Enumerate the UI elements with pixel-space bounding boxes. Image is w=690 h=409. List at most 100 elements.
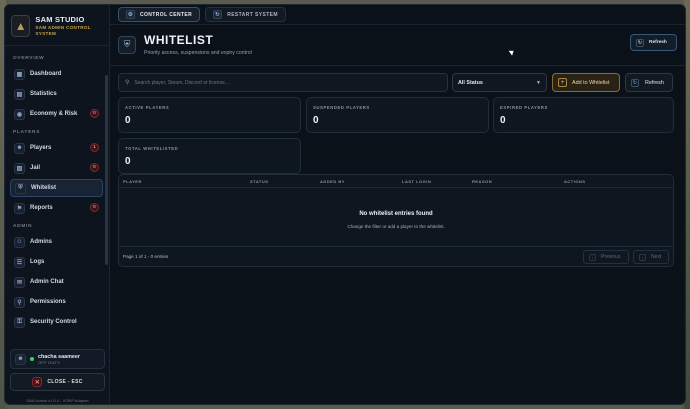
sidebar-item-admin-chat[interactable]: ✉ Admin Chat bbox=[10, 273, 103, 291]
sidebar-item-economy-risk[interactable]: ◉ Economy & Risk 0 bbox=[10, 105, 103, 123]
flag-icon: ⚑ bbox=[14, 202, 25, 214]
plus-icon: + bbox=[558, 78, 567, 87]
admin-window: ▲ SAM STUDIO SAM ADMIN CONTROL SYSTEM OV… bbox=[4, 4, 686, 405]
refresh-label: Refresh bbox=[645, 79, 664, 86]
arrow-left-icon: ‹ bbox=[589, 253, 596, 261]
control-center-icon: ⚙ bbox=[126, 10, 135, 19]
shield-icon: ⛨ bbox=[118, 35, 136, 54]
status-select[interactable]: All Status ▼ bbox=[452, 73, 547, 92]
chart-icon: ▤ bbox=[14, 88, 25, 100]
coin-icon: ◉ bbox=[14, 108, 25, 120]
status-select-value: All Status bbox=[458, 79, 483, 86]
logs-icon: ☰ bbox=[14, 256, 25, 268]
add-label: Add to Whitelist bbox=[572, 79, 610, 86]
restart-icon: ↻ bbox=[213, 10, 223, 19]
tab-restart-system[interactable]: ↻ RESTART SYSTEM bbox=[205, 7, 286, 22]
stat-value: 0 bbox=[125, 156, 131, 167]
previous-label: Previous bbox=[601, 254, 621, 260]
user-name: chacha saameer bbox=[38, 353, 80, 360]
brand-subtitle: SAM ADMIN CONTROL SYSTEM bbox=[35, 25, 91, 36]
close-label: CLOSE - ESC bbox=[47, 379, 83, 385]
sidebar-scrollbar[interactable] bbox=[105, 75, 108, 265]
sidebar-item-dashboard[interactable]: ▦ Dashboard bbox=[10, 65, 103, 83]
filter-bar: ⚲ All Status ▼ + Add to Whitelist ↻ Refr… bbox=[118, 73, 677, 92]
refresh-button[interactable]: ↻ Refresh bbox=[625, 73, 673, 92]
sidebar: ▲ SAM STUDIO SAM ADMIN CONTROL SYSTEM OV… bbox=[5, 5, 110, 404]
sidebar-item-label: Dashboard bbox=[30, 71, 62, 77]
sidebar-item-label: Whitelist bbox=[31, 185, 56, 191]
column-header-player: PLAYER bbox=[123, 179, 142, 184]
stat-card-total: TOTAL WHITELISTED 0 bbox=[118, 138, 301, 174]
next-label: Next bbox=[651, 254, 662, 260]
chat-icon: ✉ bbox=[14, 276, 25, 288]
column-header-added-by: ADDED BY bbox=[320, 179, 345, 184]
page-header: ⛨ WHITELIST Priority access, suspensions… bbox=[118, 33, 252, 56]
count-badge: 0 bbox=[90, 203, 99, 212]
tab-label: CONTROL CENTER bbox=[140, 11, 193, 18]
sidebar-item-logs[interactable]: ☰ Logs bbox=[10, 253, 103, 271]
close-icon: ✕ bbox=[32, 377, 43, 387]
page-subtitle: Priority access, suspensions and expiry … bbox=[144, 50, 252, 56]
refresh-icon: ↻ bbox=[636, 38, 644, 47]
key-icon: ⚲ bbox=[14, 296, 25, 308]
sidebar-item-reports[interactable]: ⚑ Reports 0 bbox=[10, 199, 103, 217]
top-tab-bar: ⚙ CONTROL CENTER ↻ RESTART SYSTEM bbox=[110, 5, 685, 25]
stat-card-active: ACTIVE PLAYERS 0 bbox=[118, 97, 301, 133]
search-input[interactable] bbox=[134, 79, 435, 86]
stat-label: TOTAL WHITELISTED bbox=[125, 146, 179, 151]
search-box[interactable]: ⚲ bbox=[118, 73, 448, 92]
jail-icon: ▧ bbox=[14, 162, 25, 174]
grid-icon: ▦ bbox=[14, 68, 25, 80]
sidebar-item-permissions[interactable]: ⚲ Permissions bbox=[10, 293, 103, 311]
tab-label: RESTART SYSTEM bbox=[227, 11, 278, 18]
shield-icon: ⛨ bbox=[15, 182, 26, 194]
refresh-label: Refresh bbox=[649, 40, 667, 45]
arrow-right-icon: › bbox=[639, 253, 646, 261]
header-refresh-button[interactable]: ↻ Refresh bbox=[630, 34, 677, 51]
column-header-reason: REASON bbox=[472, 179, 493, 184]
sidebar-item-label: Players bbox=[30, 145, 52, 151]
sidebar-item-label: Logs bbox=[30, 259, 45, 265]
stat-label: ACTIVE PLAYERS bbox=[125, 105, 170, 110]
pagination-bar: Page 1 of 1 - 0 entries ‹ Previous › Nex… bbox=[119, 246, 673, 266]
page-title: WHITELIST bbox=[144, 33, 214, 47]
user-card[interactable]: ☻ chacha saameer OFF DUTY bbox=[10, 349, 105, 369]
sidebar-item-label: Jail bbox=[30, 165, 41, 171]
sidebar-item-security-control[interactable]: ⚿ Security Control bbox=[10, 313, 103, 331]
sidebar-item-whitelist[interactable]: ⛨ Whitelist bbox=[10, 179, 103, 197]
mouse-cursor bbox=[508, 48, 516, 56]
sidebar-item-label: Permissions bbox=[30, 299, 66, 305]
add-to-whitelist-button[interactable]: + Add to Whitelist bbox=[552, 73, 620, 92]
stat-value: 0 bbox=[125, 115, 131, 126]
stat-value: 0 bbox=[500, 115, 506, 126]
empty-state-title: No whitelist entries found bbox=[359, 211, 433, 217]
duty-status: OFF DUTY bbox=[38, 359, 61, 365]
stat-label: SUSPENDED PLAYERS bbox=[313, 105, 370, 110]
section-label-overview: OVERVIEW bbox=[13, 56, 45, 61]
table-header: PLAYER STATUS ADDED BY LAST LOGIN REASON… bbox=[119, 175, 673, 188]
brand-title: SAM STUDIO bbox=[35, 15, 85, 24]
next-page-button[interactable]: › Next bbox=[633, 250, 669, 264]
stat-label: EXPIRED PLAYERS bbox=[500, 105, 548, 110]
sidebar-item-label: Admins bbox=[30, 239, 53, 245]
refresh-icon: ↻ bbox=[631, 78, 639, 87]
lock-icon: ⚿ bbox=[14, 316, 25, 328]
divider bbox=[110, 65, 685, 66]
sidebar-item-admins[interactable]: ☺ Admins bbox=[10, 233, 103, 251]
sidebar-item-jail[interactable]: ▧ Jail 0 bbox=[10, 159, 103, 177]
tab-control-center[interactable]: ⚙ CONTROL CENTER bbox=[118, 7, 201, 22]
wolf-logo-icon: ▲ bbox=[11, 15, 31, 37]
section-label-admin: ADMIN bbox=[13, 224, 33, 229]
count-badge: 0 bbox=[90, 109, 99, 118]
chevron-down-icon: ▼ bbox=[536, 79, 541, 86]
sidebar-item-players[interactable]: ☻ Players 1 bbox=[10, 139, 103, 157]
previous-page-button[interactable]: ‹ Previous bbox=[583, 250, 629, 264]
close-button[interactable]: ✕ CLOSE - ESC bbox=[10, 373, 105, 391]
search-icon: ⚲ bbox=[125, 80, 130, 86]
main-content: ⚙ CONTROL CENTER ↻ RESTART SYSTEM ⛨ WHIT… bbox=[110, 5, 685, 404]
sidebar-item-label: Statistics bbox=[30, 91, 57, 97]
brand: ▲ SAM STUDIO SAM ADMIN CONTROL SYSTEM bbox=[5, 5, 109, 45]
online-status-dot bbox=[30, 357, 34, 361]
version-text: SAM Admin v1.0.0 - VORP Adapter bbox=[26, 398, 89, 403]
sidebar-item-statistics[interactable]: ▤ Statistics bbox=[10, 85, 103, 103]
